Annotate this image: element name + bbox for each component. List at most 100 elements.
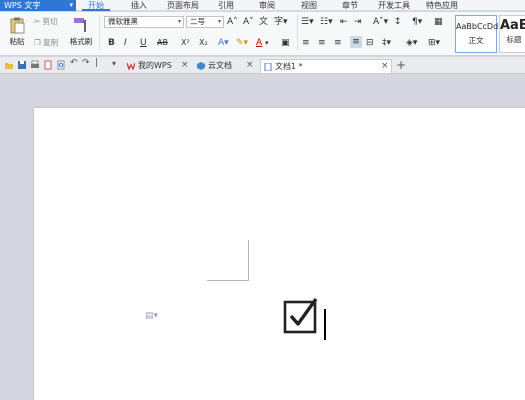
chevron-down-icon[interactable]: ▾ bbox=[112, 59, 122, 69]
tab-cloud-docs[interactable]: 云文档 × bbox=[194, 59, 258, 73]
app-menu-button[interactable]: WPS 文字 ▾ bbox=[0, 0, 76, 11]
tab-label: 我的WPS bbox=[138, 61, 172, 70]
paste-options-icon: ▤ bbox=[145, 311, 154, 321]
grow-font-icon[interactable]: A˄ bbox=[227, 16, 238, 28]
paste-options-button[interactable]: ▤▾ bbox=[145, 311, 158, 321]
cut-button[interactable]: ✂ 剪切 bbox=[34, 16, 58, 27]
tab-document1[interactable]: 文档1 * × bbox=[260, 59, 392, 73]
redo-icon[interactable]: ↷ bbox=[82, 58, 92, 68]
wps-writer-window: WPS 文字 ▾ 开始 插入 页面布局 引用 审阅 视图 章节 开发工具 特色应… bbox=[0, 0, 525, 400]
highlight-icon[interactable]: ✎▾ bbox=[236, 37, 248, 49]
undo-icon[interactable]: ↶ bbox=[70, 58, 80, 68]
close-icon[interactable]: × bbox=[181, 59, 189, 72]
style-heading[interactable]: AaB 标题 bbox=[499, 15, 525, 53]
sort-icon[interactable]: ↕ bbox=[394, 16, 402, 28]
new-tab-button[interactable]: + bbox=[396, 58, 406, 72]
chevron-down-icon: ▾ bbox=[153, 311, 159, 321]
menu-tab-page-layout[interactable]: 页面布局 bbox=[167, 0, 199, 11]
show-marks-icon[interactable]: ¶▾ bbox=[412, 16, 422, 28]
style-name: 正文 bbox=[468, 36, 484, 45]
numbering-icon[interactable]: ☷▾ bbox=[320, 16, 333, 28]
print-preview-icon[interactable] bbox=[56, 60, 66, 70]
chevron-down-icon: ▾ bbox=[217, 18, 221, 25]
document-tab-bar: ↶ ↷ | ▾ 我的WPS × 云文档 × 文档1 * × bbox=[0, 57, 525, 74]
tab-label: 文档1 * bbox=[275, 62, 303, 71]
menu-tab-developer[interactable]: 开发工具 bbox=[378, 0, 410, 11]
bullets-icon[interactable]: ☰▾ bbox=[301, 16, 314, 28]
align-right-icon[interactable]: ≡ bbox=[334, 37, 342, 49]
save-icon[interactable] bbox=[17, 60, 27, 70]
format-painter-button[interactable]: 格式刷 bbox=[66, 14, 96, 54]
print-icon[interactable] bbox=[30, 60, 40, 70]
subscript-button[interactable]: X₂ bbox=[199, 37, 208, 49]
justify-icon[interactable]: ≡ bbox=[350, 36, 362, 48]
style-sample: AaBbCcDd bbox=[456, 22, 499, 31]
cloud-icon bbox=[197, 62, 205, 70]
text-effect-icon[interactable]: 字▾ bbox=[274, 16, 288, 28]
open-folder-icon[interactable] bbox=[4, 60, 14, 70]
checked-box-symbol bbox=[283, 298, 318, 334]
font-size-value: 二号 bbox=[190, 17, 205, 26]
chinese-layout-icon[interactable]: A˟▾ bbox=[373, 16, 388, 28]
borders-icon[interactable]: ⊞▾ bbox=[428, 37, 440, 49]
bold-button[interactable]: B bbox=[108, 37, 115, 49]
ribbon-separator bbox=[99, 15, 100, 51]
font-family-value: 微软雅黑 bbox=[108, 17, 138, 26]
distribute-icon[interactable]: ⊟ bbox=[366, 37, 374, 49]
paste-button[interactable]: 粘贴 bbox=[2, 14, 32, 54]
menu-bar: WPS 文字 ▾ 开始 插入 页面布局 引用 审阅 视图 章节 开发工具 特色应… bbox=[0, 0, 525, 11]
document-icon bbox=[264, 63, 272, 71]
text-effects-icon[interactable]: A▾ bbox=[218, 37, 229, 49]
paste-label: 粘贴 bbox=[9, 37, 25, 46]
menu-tab-review[interactable]: 审阅 bbox=[259, 0, 275, 11]
export-pdf-icon[interactable] bbox=[43, 60, 53, 70]
margin-corner-mark bbox=[248, 240, 249, 281]
style-name: 标题 bbox=[506, 35, 522, 44]
decrease-indent-icon[interactable]: ⇤ bbox=[340, 16, 348, 28]
increase-indent-icon[interactable]: ⇥ bbox=[354, 16, 362, 28]
font-color-button[interactable]: A bbox=[256, 37, 262, 49]
copy-button[interactable]: ❐ 复制 bbox=[34, 37, 58, 48]
menu-tab-special[interactable]: 特色应用 bbox=[426, 0, 458, 11]
menu-tab-references[interactable]: 引用 bbox=[218, 0, 234, 11]
cut-label: 剪切 bbox=[42, 17, 58, 26]
brush-icon bbox=[74, 18, 86, 32]
shrink-font-icon[interactable]: A˅ bbox=[243, 16, 254, 28]
app-name: WPS 文字 bbox=[4, 1, 41, 10]
italic-button[interactable]: I bbox=[124, 37, 127, 49]
style-normal[interactable]: AaBbCcDd 正文 bbox=[455, 15, 499, 53]
wps-logo-icon bbox=[127, 62, 135, 70]
table-icon[interactable]: ▦ bbox=[434, 16, 443, 28]
strikethrough-button[interactable]: AB bbox=[157, 37, 168, 49]
chevron-down-icon: ▾ bbox=[177, 18, 181, 25]
active-tab-indicator bbox=[82, 9, 110, 11]
align-center-icon[interactable]: ≡ bbox=[318, 37, 326, 49]
format-painter-label: 格式刷 bbox=[69, 37, 93, 46]
chevron-down-icon: ▾ bbox=[69, 1, 73, 9]
clipboard-icon bbox=[10, 17, 25, 34]
menu-tab-insert[interactable]: 插入 bbox=[131, 0, 147, 11]
font-family-select[interactable]: 微软雅黑 ▾ bbox=[104, 16, 184, 28]
copy-label: 复制 bbox=[43, 38, 59, 47]
font-size-select[interactable]: 二号 ▾ bbox=[186, 16, 224, 28]
superscript-button[interactable]: X² bbox=[181, 37, 190, 49]
pinyin-guide-icon[interactable]: 文 bbox=[259, 16, 268, 28]
tab-label: 云文档 bbox=[208, 61, 232, 70]
menu-tab-view[interactable]: 视图 bbox=[301, 0, 317, 11]
menu-tab-chapter[interactable]: 章节 bbox=[342, 0, 358, 11]
align-left-icon[interactable]: ≡ bbox=[302, 37, 310, 49]
copy-icon: ❐ bbox=[34, 38, 44, 47]
chevron-down-icon[interactable]: ▾ bbox=[265, 37, 269, 49]
ribbon-separator bbox=[297, 15, 298, 51]
tab-my-wps[interactable]: 我的WPS × bbox=[124, 59, 192, 73]
shading-icon[interactable]: ◈▾ bbox=[406, 37, 417, 49]
ribbon-toolbar: 粘贴 ✂ 剪切 ❐ 复制 格式刷 微软雅黑 ▾ 二号 ▾ A˄ A˅ 文 字▾ bbox=[0, 12, 525, 56]
underline-button[interactable]: U bbox=[140, 37, 147, 49]
style-sample: AaB bbox=[500, 18, 525, 33]
text-cursor bbox=[324, 309, 326, 340]
close-icon[interactable]: × bbox=[381, 60, 389, 73]
close-icon[interactable]: × bbox=[246, 59, 254, 72]
document-page[interactable] bbox=[34, 108, 525, 400]
line-spacing-icon[interactable]: ‡▾ bbox=[382, 37, 391, 49]
char-shading-icon[interactable]: ▣ bbox=[281, 37, 290, 49]
